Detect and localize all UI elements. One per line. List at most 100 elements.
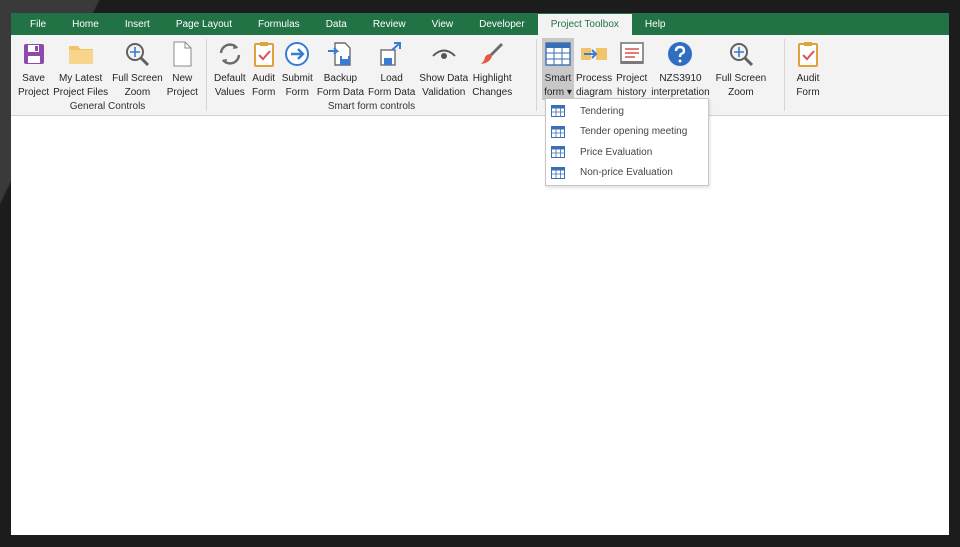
dropdown-item-tendering[interactable]: Tendering: [546, 101, 708, 122]
project-history-button[interactable]: Project history: [614, 38, 649, 100]
full-screen-zoom-button[interactable]: Full Screen Zoom: [110, 38, 165, 100]
history-icon: [618, 40, 646, 68]
button-label-line1: Default: [214, 73, 246, 84]
tab-review[interactable]: Review: [360, 13, 419, 35]
tab-project-toolbox[interactable]: Project Toolbox: [537, 14, 632, 35]
dropdown-item-label: Non-price Evaluation: [580, 167, 673, 179]
button-label-line1: Full Screen: [715, 73, 767, 84]
nzs3910-interpretation-button[interactable]: NZS3910 interpretation: [649, 38, 711, 100]
smart-form-dropdown: Tendering Tender opening meeting Price E…: [545, 98, 709, 186]
group-audit: Audit Form: [787, 35, 835, 115]
button-label-line2: Zoom: [124, 87, 151, 98]
button-label-line1: My Latest: [58, 73, 103, 84]
new-page-icon: [168, 40, 196, 68]
clipboard-check-icon: [250, 40, 278, 68]
group-general-controls: Save Project My Latest Project Files Full …: [11, 35, 204, 115]
table-icon: [551, 125, 565, 138]
button-label-line2: Form: [252, 87, 276, 98]
button-label-line1: Project: [616, 73, 648, 84]
button-label-line2: Project: [18, 87, 50, 98]
group-separator: [784, 39, 785, 111]
audit-form-button-2[interactable]: Audit Form: [792, 38, 824, 100]
tab-data[interactable]: Data: [313, 13, 360, 35]
process-icon: [580, 40, 608, 68]
ribbon: Save Project My Latest Project Files Full …: [11, 35, 949, 116]
refresh-icon: [216, 40, 244, 68]
tab-formulas[interactable]: Formulas: [245, 13, 313, 35]
backup-form-data-button[interactable]: Backup Form Data: [315, 38, 366, 100]
button-label-line1: Load: [380, 73, 403, 84]
table-icon: [551, 105, 565, 118]
button-label-line1: Backup: [323, 73, 358, 84]
button-label-line2: Zoom: [728, 87, 754, 98]
tab-page-layout[interactable]: Page Layout: [163, 13, 245, 35]
button-label-line2: Validation: [422, 87, 466, 98]
full-screen-zoom-button-2[interactable]: Full Screen Zoom: [714, 38, 769, 100]
table-icon: [544, 40, 572, 68]
button-label-line1: Save: [22, 73, 45, 84]
group-label-general-controls: General Controls: [69, 101, 146, 112]
process-diagram-button[interactable]: Process diagram: [574, 38, 614, 100]
table-icon: [551, 166, 565, 179]
clipboard-check-icon: [794, 40, 822, 68]
tab-home[interactable]: Home: [59, 13, 112, 35]
dropdown-item-label: Tender opening meeting: [580, 126, 688, 138]
tab-help[interactable]: Help: [632, 13, 679, 35]
group-separator: [206, 39, 207, 111]
button-label-line1: New: [172, 73, 193, 84]
load-icon: [378, 40, 406, 68]
backup-icon: [326, 40, 354, 68]
table-icon: [551, 146, 565, 159]
folder-icon: [67, 40, 95, 68]
worksheet-area[interactable]: [11, 117, 949, 535]
highlight-changes-button[interactable]: Highlight Changes: [470, 38, 514, 100]
button-label-line2: Project: [166, 87, 198, 98]
show-data-validation-button[interactable]: Show Data Validation: [417, 38, 470, 100]
audit-form-button[interactable]: Audit Form: [248, 38, 280, 100]
menu-bar: File Home Insert Page Layout Formulas Da…: [11, 13, 949, 35]
button-label-line1: Highlight: [472, 73, 512, 84]
default-values-button[interactable]: Default Values: [212, 38, 248, 100]
zoom-icon: [123, 40, 151, 68]
button-label-line2: Form Data: [316, 87, 365, 98]
button-label-line2: Changes: [472, 87, 513, 98]
zoom-icon: [727, 40, 755, 68]
tab-insert[interactable]: Insert: [112, 13, 163, 35]
brush-icon: [478, 40, 506, 68]
button-label-line1: Audit: [252, 73, 276, 84]
eye-icon: [430, 40, 458, 68]
group-label-smart-form-controls: Smart form controls: [327, 101, 416, 112]
smart-form-button[interactable]: Smart form ▾: [542, 38, 574, 100]
group-smart-form-controls: Default Values Audit Form Submit Form Backu…: [209, 35, 534, 115]
dropdown-item-price-evaluation[interactable]: Price Evaluation: [546, 142, 708, 163]
excel-window: File Home Insert Page Layout Formulas Da…: [11, 13, 949, 535]
dropdown-item-non-price-evaluation[interactable]: Non-price Evaluation: [546, 163, 708, 184]
dropdown-item-label: Tendering: [580, 105, 624, 117]
button-label-line1: NZS3910: [659, 73, 702, 84]
save-icon: [20, 40, 48, 68]
tab-view[interactable]: View: [419, 13, 467, 35]
tab-developer[interactable]: Developer: [466, 13, 538, 35]
button-label-line2: Project Files: [53, 87, 109, 98]
dropdown-item-label: Price Evaluation: [580, 146, 653, 158]
group-separator: [536, 39, 537, 111]
button-label-line1: Show Data: [419, 73, 469, 84]
dropdown-item-tender-opening-meeting[interactable]: Tender opening meeting: [546, 122, 708, 143]
button-label-line2: Form Data: [368, 87, 416, 98]
button-label-line2: Form: [285, 87, 309, 98]
new-project-button[interactable]: New Project: [165, 38, 200, 100]
my-latest-project-files-button[interactable]: My Latest Project Files: [51, 38, 110, 100]
save-project-button[interactable]: Save Project: [16, 38, 51, 100]
button-label-line1: Submit: [281, 73, 313, 84]
help-icon: [666, 40, 694, 68]
button-label-line2: Form: [796, 87, 820, 98]
button-label-line1: Audit: [796, 73, 820, 84]
button-label-line2: Values: [214, 87, 245, 98]
load-form-data-button[interactable]: Load Form Data: [366, 38, 417, 100]
submit-form-button[interactable]: Submit Form: [280, 38, 315, 100]
arrow-right-circle-icon: [283, 40, 311, 68]
button-label-line1: Smart: [544, 73, 572, 84]
tab-file[interactable]: File: [17, 13, 59, 35]
button-label-line1: Full Screen: [112, 73, 163, 84]
button-label-line1: Process: [576, 73, 613, 84]
